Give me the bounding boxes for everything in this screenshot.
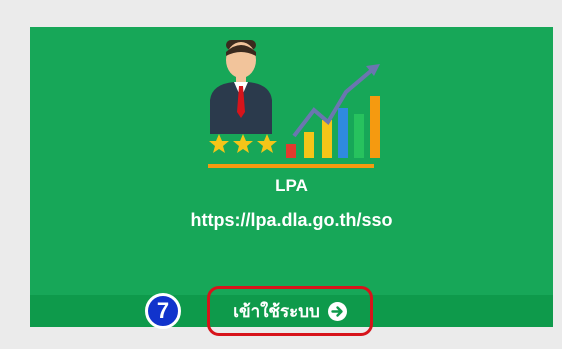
app-card: LPA https://lpa.dla.go.th/sso 7 เข้าใช้ร…: [0, 0, 562, 349]
app-url: https://lpa.dla.go.th/sso: [190, 210, 393, 230]
businessman-icon: [210, 40, 272, 134]
step-badge: 7: [145, 293, 181, 329]
star-rating-icon: [209, 134, 277, 153]
login-button-label: เข้าใช้ระบบ: [233, 301, 320, 322]
businessman-rating-growth-icon: [208, 40, 380, 168]
login-button[interactable]: เข้าใช้ระบบ: [207, 286, 373, 336]
arrow-right-circle-icon: [327, 301, 347, 321]
trend-arrow-icon: [292, 64, 380, 138]
baseline-divider: [208, 164, 374, 168]
app-name: LPA: [275, 176, 308, 195]
